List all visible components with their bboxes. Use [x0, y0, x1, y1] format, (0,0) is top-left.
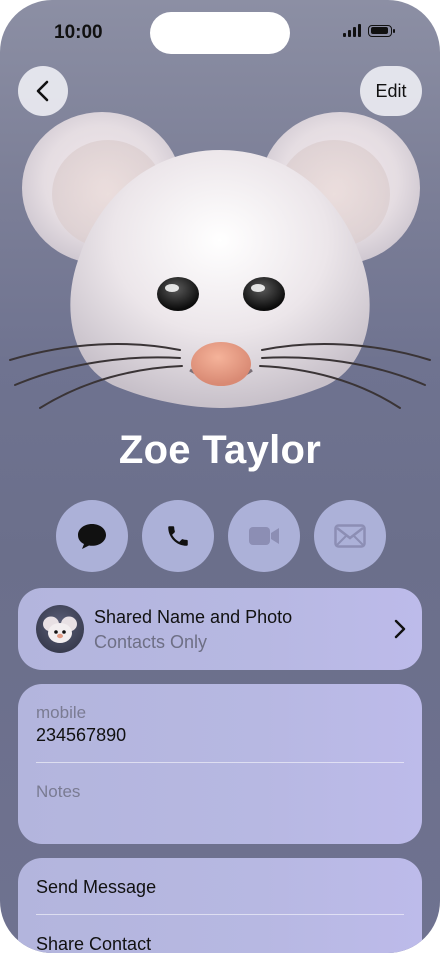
mobile-label: mobile [36, 703, 87, 722]
shared-subtitle: Contacts Only [94, 632, 208, 652]
status-icons [343, 24, 395, 37]
phone-screen: 10:00 Edit Zoe Taylor Shared Name and Ph… [0, 0, 440, 953]
mobile-number[interactable]: 234567890 [36, 725, 126, 746]
nose [191, 342, 251, 386]
share-contact-item[interactable]: Share Contact [36, 934, 151, 953]
cellular-signal-icon [343, 24, 361, 37]
mail-button[interactable] [314, 500, 386, 572]
video-icon [249, 527, 279, 545]
contact-avatar [9, 112, 431, 409]
actions-menu-card: Send Message Share Contact [18, 858, 422, 953]
edit-button[interactable]: Edit [360, 66, 422, 116]
shared-title: Shared Name and Photo [94, 607, 293, 627]
menu-divider [36, 914, 404, 915]
notes-field[interactable]: Notes [36, 782, 80, 802]
message-bubble-icon [78, 524, 106, 549]
shared-avatar-thumbnail [36, 605, 84, 653]
phone-icon [168, 526, 188, 546]
contact-name: Zoe Taylor [118, 428, 322, 472]
video-call-button[interactable] [228, 500, 300, 572]
field-divider [36, 762, 404, 763]
mouse-avatar-icon [43, 616, 77, 643]
message-button[interactable] [56, 500, 128, 572]
dynamic-island [150, 12, 290, 54]
left-eye [157, 277, 199, 311]
chevron-right-icon [394, 619, 406, 639]
right-eye [243, 277, 285, 311]
back-button[interactable] [18, 66, 68, 116]
send-message-item[interactable]: Send Message [36, 877, 156, 898]
quick-actions [56, 500, 386, 572]
call-button[interactable] [142, 500, 214, 572]
battery-icon [368, 24, 395, 37]
shared-name-photo-row[interactable]: Shared Name and Photo Contacts Only [18, 588, 422, 670]
chevron-left-icon [36, 80, 49, 102]
status-time: 10:00 [54, 22, 103, 43]
contact-info-card: mobile 234567890 Notes [18, 684, 422, 844]
mail-icon [334, 524, 366, 548]
